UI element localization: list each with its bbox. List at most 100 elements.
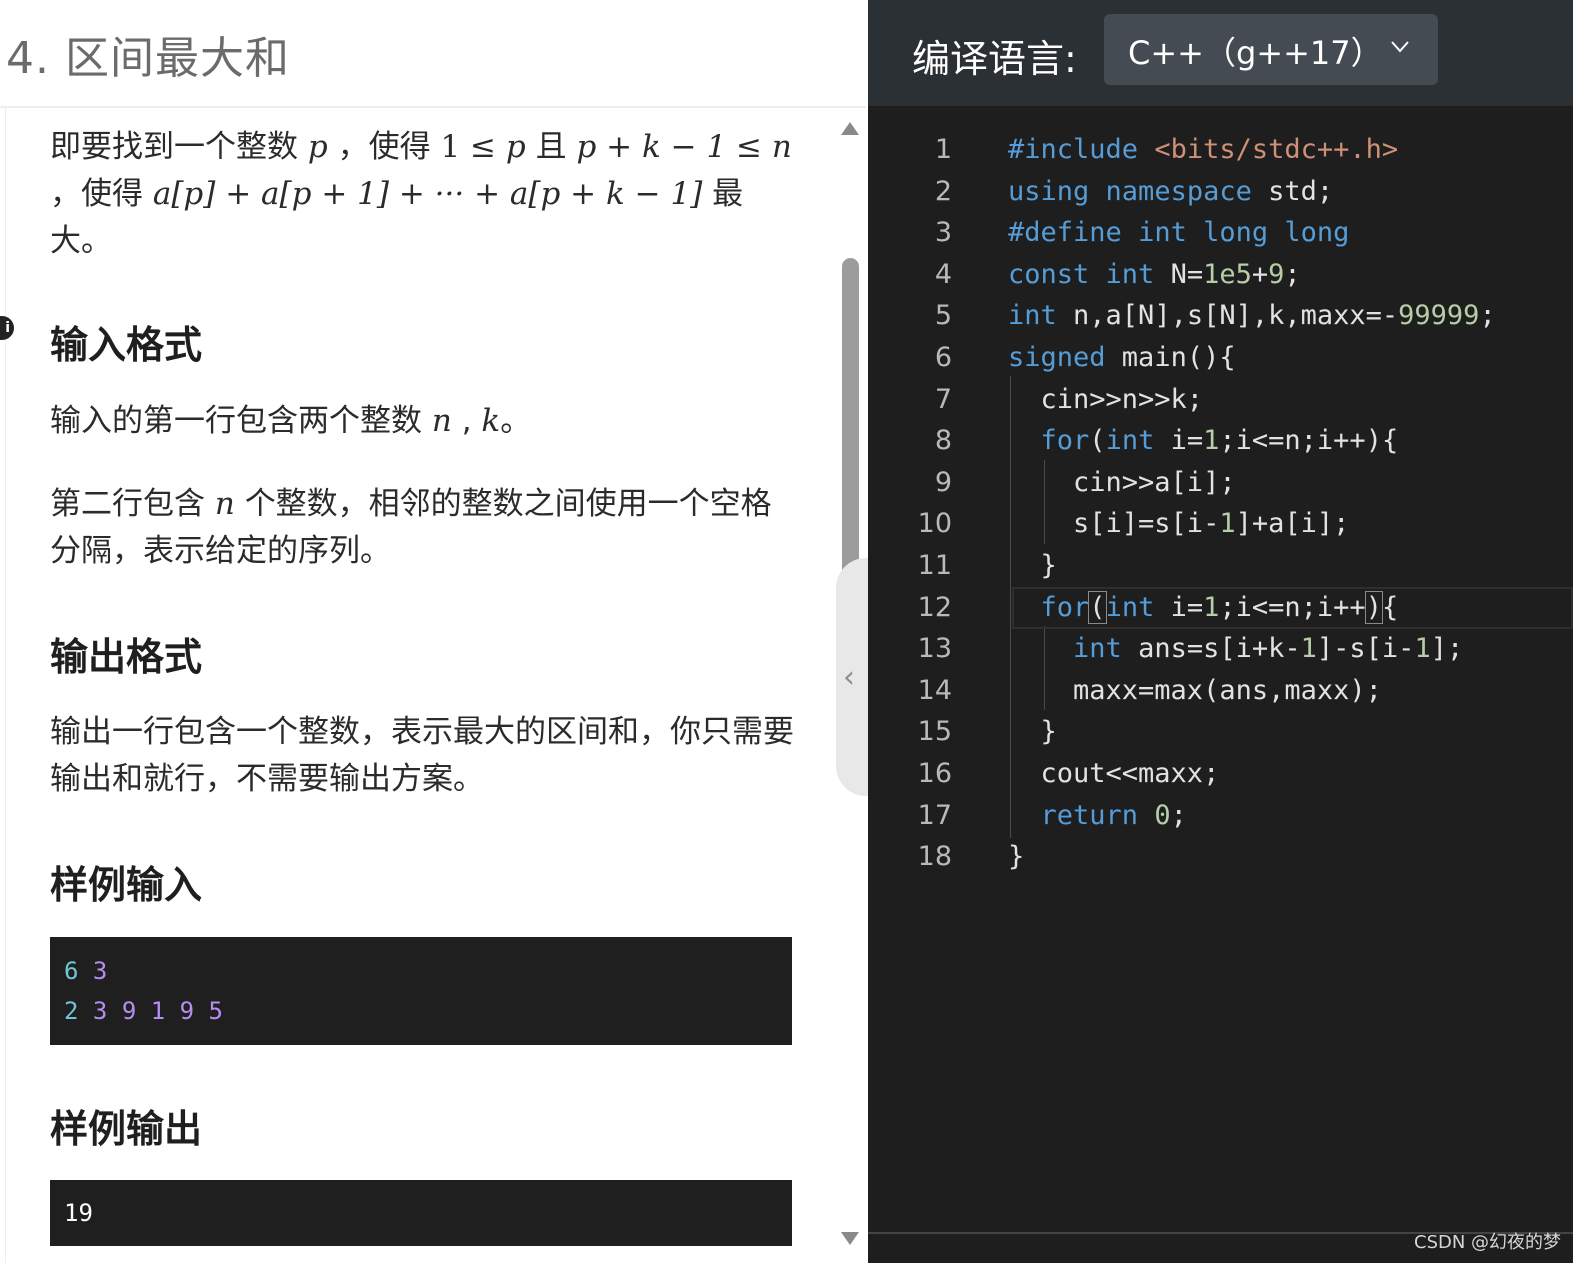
info-icon[interactable]: i: [0, 316, 14, 340]
code-line[interactable]: 9 cin>>a[i];: [868, 462, 1573, 504]
code-line[interactable]: 13 int ans=s[i+k-1]-s[i-1];: [868, 628, 1573, 670]
sample-output-block[interactable]: 19: [50, 1180, 792, 1246]
math-var-n: n: [431, 403, 452, 439]
code-line[interactable]: 7 cin>>n>>k;: [868, 379, 1573, 421]
sample-input-heading: 样例输入: [50, 863, 203, 907]
output-format-heading: 输出格式: [50, 635, 203, 679]
code-line[interactable]: 4 const int N=1e5+9;: [868, 254, 1573, 296]
line-number: 16: [917, 758, 952, 789]
code-token: main(){: [1105, 342, 1236, 373]
sample-number: 5: [208, 997, 223, 1025]
code-line[interactable]: 3 #define int long long: [868, 212, 1573, 254]
csdn-watermark: CSDN @幻夜的梦: [1414, 1232, 1562, 1253]
code-token: N=: [1154, 258, 1204, 290]
sample-input-line-2: 2 3 9 1 9 5: [50, 991, 792, 1031]
code-line[interactable]: 14 maxx=max(ans,maxx);: [868, 670, 1573, 712]
code-line[interactable]: 15 }: [868, 711, 1573, 753]
code-token: ;: [1479, 300, 1496, 332]
line-number: 9: [934, 466, 952, 498]
line-number: 10: [917, 508, 952, 540]
line-number: 13: [917, 633, 952, 665]
input-format-heading: 输入格式: [50, 323, 203, 367]
code-text: signed main(){: [1008, 337, 1236, 379]
code-text: cin>>a[i];: [1008, 466, 1236, 498]
code-text: int ans=s[i+k-1]-s[i-1];: [1008, 628, 1463, 670]
input-line-1: 输入的第一行包含两个整数 n , k。: [50, 398, 531, 445]
compiler-label: 编译语言:: [912, 37, 1077, 81]
code-token: std;: [1251, 175, 1334, 207]
editor-toolbar: 编译语言: C++（g++17）: [868, 0, 1573, 106]
line-number: 8: [934, 425, 952, 457]
code-line[interactable]: 1 #include <bits/stdc++.h>: [868, 129, 1573, 171]
code-token: ];: [1430, 633, 1464, 665]
code-line[interactable]: 8 for(int i=1;i<=n;i++){: [868, 420, 1573, 462]
code-token: 1: [1203, 591, 1220, 623]
math-expr: 1 ≤: [440, 129, 496, 165]
code-token: +: [1251, 258, 1269, 290]
code-token: {: [1381, 591, 1399, 623]
code-token: namespace: [1105, 175, 1252, 207]
code-text: #define int long long: [1008, 212, 1349, 254]
code-line[interactable]: 17 return 0;: [868, 795, 1573, 837]
code-token: i=: [1154, 425, 1204, 457]
sample-number: 1: [150, 997, 166, 1025]
code-line[interactable]: 5 int n,a[N],s[N],k,maxx=-99999;: [868, 295, 1573, 337]
input-text: 输入的第一行包含两个整数: [50, 403, 422, 439]
code-token: #define: [1008, 217, 1122, 249]
chevron-left-icon[interactable]: ‹: [843, 660, 855, 695]
intro-text: ，使得: [337, 129, 431, 165]
code-line[interactable]: 16 cout<<maxx;: [868, 753, 1573, 795]
code-token: 9: [1268, 258, 1285, 290]
code-text: cin>>n>>k;: [1008, 383, 1204, 415]
sample-number: 2: [64, 997, 79, 1025]
code-text: cout<<maxx;: [1008, 758, 1220, 789]
code-token: n,a[N],s[N],k,maxx=-: [1056, 300, 1399, 332]
code-text: #include <bits/stdc++.h>: [1008, 129, 1398, 171]
input-text: 。: [500, 403, 532, 439]
code-token: 1: [1300, 633, 1317, 665]
code-text: s[i]=s[i-1]+a[i];: [1008, 503, 1349, 545]
math-var-p: p: [307, 129, 328, 165]
code-token: int: [1105, 258, 1155, 290]
line-number: 6: [934, 342, 952, 373]
sample-output-heading: 样例输出: [50, 1107, 203, 1151]
code-editor[interactable]: 1 #include <bits/stdc++.h> 2 using names…: [868, 106, 1573, 1232]
code-token: 1: [1219, 508, 1236, 540]
sample-input-block[interactable]: 6 3 2 3 9 1 9 5: [50, 937, 792, 1045]
left-edge-border: [0, 108, 6, 1263]
code-line[interactable]: 12 for(int i=1;i<=n;i++){: [868, 587, 1573, 629]
math-expr: a[p] + a[p + 1] + ··· + a[p + k − 1]: [152, 176, 703, 212]
scroll-up-arrow-icon[interactable]: [841, 122, 859, 135]
code-token: using: [1008, 175, 1090, 207]
code-token: ]-s[i-: [1316, 633, 1415, 665]
code-line[interactable]: 10 s[i]=s[i-1]+a[i];: [868, 503, 1573, 545]
code-line[interactable]: 11 }: [868, 545, 1573, 587]
line-number: 12: [917, 591, 952, 623]
input-text: 个整数，相邻的整数之间使用一个空格: [244, 486, 772, 522]
code-line[interactable]: 6 signed main(){: [868, 337, 1573, 379]
code-token: s[i]=s[i-: [1008, 508, 1220, 540]
line-number: 17: [917, 799, 952, 831]
scroll-down-arrow-icon[interactable]: [841, 1232, 859, 1245]
code-line[interactable]: 2 using namespace std;: [868, 171, 1573, 213]
code-token: ;i<=n;i++){: [1219, 425, 1399, 457]
code-panel: 编译语言: C++（g++17） 1 #include <bits/stdc++…: [868, 0, 1573, 1263]
code-text: using namespace std;: [1008, 171, 1333, 213]
sample-number: 9: [121, 997, 137, 1025]
code-token: ;i<=n;i++: [1219, 591, 1366, 623]
matched-bracket: ): [1364, 590, 1383, 624]
code-token: const: [1008, 258, 1090, 290]
line-number: 4: [934, 258, 952, 290]
compiler-select[interactable]: C++（g++17）: [1104, 14, 1438, 85]
code-token: 99999: [1398, 300, 1480, 332]
code-line[interactable]: 18 }: [868, 836, 1573, 878]
problem-intro: 即要找到一个整数 p ，使得 1 ≤ p 且 p + k − 1 ≤ n ，使得…: [50, 124, 810, 265]
math-var-p: p: [505, 129, 526, 165]
code-text: maxx=max(ans,maxx);: [1008, 674, 1382, 706]
intro-text: ，使得: [50, 176, 143, 212]
